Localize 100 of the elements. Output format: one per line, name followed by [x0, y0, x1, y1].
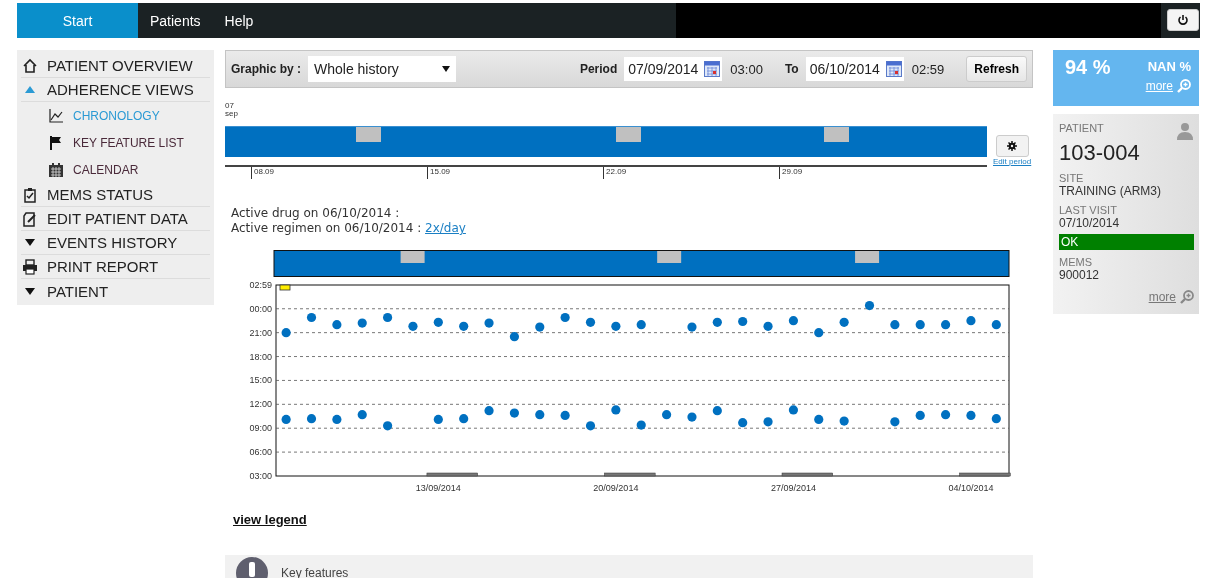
- data-point: [941, 410, 951, 420]
- timeline-tick-label: 08.09: [251, 167, 275, 179]
- weekend-marker: [604, 472, 656, 477]
- sidebar-item[interactable]: PRINT REPORT: [21, 255, 210, 279]
- data-point: [332, 414, 342, 425]
- sidebar-subitem[interactable]: KEY FEATURE LIST: [21, 129, 210, 156]
- data-point: [991, 414, 1001, 424]
- data-point: [306, 312, 317, 323]
- data-point: [712, 317, 722, 327]
- data-point: [662, 410, 672, 420]
- data-point: [966, 410, 976, 421]
- data-point: [585, 317, 596, 327]
- graphic-by-select[interactable]: Whole history: [308, 56, 456, 82]
- data-point: [814, 414, 824, 425]
- data-point: [560, 410, 570, 421]
- refresh-button[interactable]: Refresh: [966, 56, 1027, 82]
- timeline-start-day: 07: [225, 102, 987, 110]
- data-point: [509, 332, 519, 342]
- marker-icon: [279, 284, 291, 291]
- data-point: [484, 406, 494, 416]
- data-point: [459, 414, 469, 424]
- timeline-tick-label: 15.09: [427, 167, 451, 179]
- period-label: Period: [579, 62, 618, 76]
- data-point: [332, 320, 342, 330]
- sidebar-item[interactable]: MEMS STATUS: [21, 183, 210, 207]
- weekend-marker: [426, 472, 478, 477]
- sidebar-label: PRINT REPORT: [47, 258, 159, 275]
- nav-tab[interactable]: Start: [17, 3, 138, 38]
- data-point: [535, 410, 545, 420]
- sidebar-item[interactable]: EVENTS HISTORY: [21, 231, 210, 255]
- field-value: 07/10/2014: [1059, 216, 1121, 230]
- active-drug-text: Active drug on 06/10/2014 :: [231, 206, 401, 221]
- data-point: [484, 318, 494, 328]
- caret-icon: [442, 66, 450, 72]
- line-chart-icon: [48, 107, 64, 124]
- regimen-link[interactable]: 2x/day: [425, 221, 466, 235]
- weekend-marker: [959, 472, 1011, 477]
- data-point: [966, 316, 976, 326]
- data-point: [788, 405, 798, 415]
- mems-value: 900012: [1059, 268, 1101, 282]
- data-point: [738, 316, 748, 327]
- from-date-field[interactable]: 07/09/2014: [624, 57, 723, 81]
- data-point: [864, 300, 875, 311]
- timeline-tick-label: 22.09: [603, 167, 627, 179]
- edit-period-link[interactable]: Edit period: [993, 157, 1032, 166]
- data-point: [839, 317, 849, 327]
- data-point: [535, 322, 545, 332]
- settings-button[interactable]: [995, 135, 1029, 157]
- y-tick-label: 12:00: [249, 399, 272, 410]
- adherence-secondary: NAN %: [1147, 59, 1191, 76]
- data-point: [433, 414, 443, 425]
- patient-label: PATIENT: [1059, 122, 1104, 134]
- power-button[interactable]: [1167, 9, 1199, 31]
- y-tick-label: 18:00: [249, 351, 272, 362]
- expand-arrow-icon[interactable]: [25, 239, 35, 246]
- home-icon: [22, 57, 38, 74]
- graphic-by-label: Graphic by :: [231, 62, 301, 76]
- printer-icon: [22, 258, 38, 275]
- sidebar-subitem[interactable]: CALENDAR: [21, 156, 210, 183]
- to-label: To: [784, 62, 799, 76]
- field-value: TRAINING (ARM3): [1059, 184, 1162, 198]
- data-point: [281, 414, 291, 425]
- x-tick-label: 27/09/2014: [770, 483, 816, 493]
- data-point: [357, 410, 367, 420]
- x-tick-label: 20/09/2014: [593, 483, 639, 493]
- sidebar-item[interactable]: ADHERENCE VIEWS: [21, 78, 210, 102]
- sidebar-item[interactable]: EDIT PATIENT DATA: [21, 207, 210, 231]
- nav-tab[interactable]: Patients: [138, 3, 213, 38]
- to-date-field[interactable]: 06/10/2014: [805, 57, 904, 81]
- field-label: LAST VISIT: [1059, 204, 1118, 216]
- data-point: [814, 328, 824, 338]
- weekend-marker: [781, 472, 833, 477]
- data-point: [687, 412, 697, 422]
- zoom-in-icon[interactable]: [1180, 290, 1194, 304]
- y-tick-label: 21:00: [249, 327, 272, 338]
- data-point: [687, 322, 697, 332]
- nav-tab[interactable]: Help: [212, 3, 266, 38]
- settings-icon: [1007, 141, 1018, 151]
- calendar-icon[interactable]: [885, 61, 902, 77]
- data-point: [991, 320, 1001, 330]
- person-icon: [1176, 122, 1194, 140]
- mems-label: MEMS: [1059, 256, 1093, 268]
- data-point: [611, 405, 621, 415]
- more-link[interactable]: more: [1148, 290, 1176, 304]
- sidebar-item[interactable]: PATIENT OVERVIEW: [21, 54, 210, 78]
- data-point: [915, 410, 925, 421]
- expand-arrow-icon[interactable]: [25, 287, 35, 295]
- sidebar-label: ADHERENCE VIEWS: [47, 81, 194, 98]
- sidebar-item[interactable]: PATIENT: [21, 279, 210, 303]
- collapse-arrow-icon[interactable]: [25, 86, 35, 93]
- adherence-value: 94 %: [1065, 56, 1111, 79]
- data-point: [433, 317, 443, 327]
- calendar-icon[interactable]: [704, 61, 721, 77]
- x-tick-label: 13/09/2014: [415, 483, 461, 493]
- data-point: [636, 320, 646, 330]
- sidebar-label: EVENTS HISTORY: [47, 234, 178, 251]
- sidebar-label: PATIENT OVERVIEW: [47, 57, 193, 74]
- sidebar-label: MEMS STATUS: [47, 186, 154, 203]
- view-legend-link[interactable]: view legend: [233, 512, 307, 527]
- y-tick-label: 00:00: [249, 303, 272, 314]
